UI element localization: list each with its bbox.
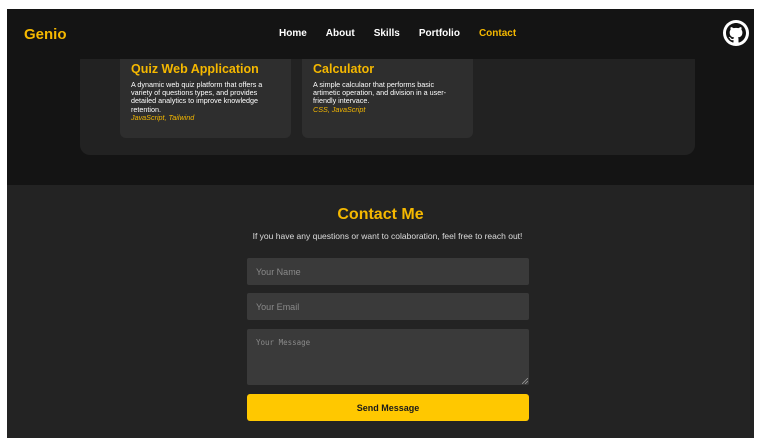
project-card-calculator[interactable]: Calculator A simple calculaor that perfo… — [302, 50, 473, 138]
nav-link-portfolio[interactable]: Portfolio — [419, 28, 460, 39]
github-icon[interactable] — [723, 20, 749, 46]
project-card-quiz[interactable]: Quiz Web Application A dynamic web quiz … — [120, 50, 291, 138]
project-title: Quiz Web Application — [131, 62, 259, 76]
navbar: Genio Home About Skills Portfolio Contac… — [7, 9, 754, 59]
brand-logo[interactable]: Genio — [24, 26, 67, 43]
send-message-button[interactable]: Send Message — [247, 394, 529, 421]
nav-link-contact[interactable]: Contact — [479, 28, 516, 39]
message-textarea[interactable] — [247, 329, 529, 385]
project-description: A simple calculaor that performs basic a… — [313, 80, 447, 106]
project-title: Calculator — [313, 62, 375, 76]
contact-subtitle: If you have any questions or want to col… — [252, 231, 523, 241]
nav-link-home[interactable]: Home — [279, 28, 307, 39]
resize-handle-icon[interactable] — [522, 378, 528, 384]
github-icon-glyph — [726, 23, 746, 43]
page: Quiz Web Application A dynamic web quiz … — [0, 0, 761, 438]
name-input[interactable] — [247, 258, 529, 285]
nav-link-about[interactable]: About — [326, 28, 355, 39]
email-input[interactable] — [247, 293, 529, 320]
contact-title: Contact Me — [337, 206, 424, 223]
project-tags: JavaScript, Tailwind — [131, 112, 195, 122]
project-description: A dynamic web quiz platform that offers … — [131, 80, 263, 114]
project-tags: CSS, JavaScript — [313, 104, 366, 114]
nav-link-skills[interactable]: Skills — [374, 28, 400, 39]
nav-links: Home About Skills Portfolio Contact — [279, 28, 535, 39]
